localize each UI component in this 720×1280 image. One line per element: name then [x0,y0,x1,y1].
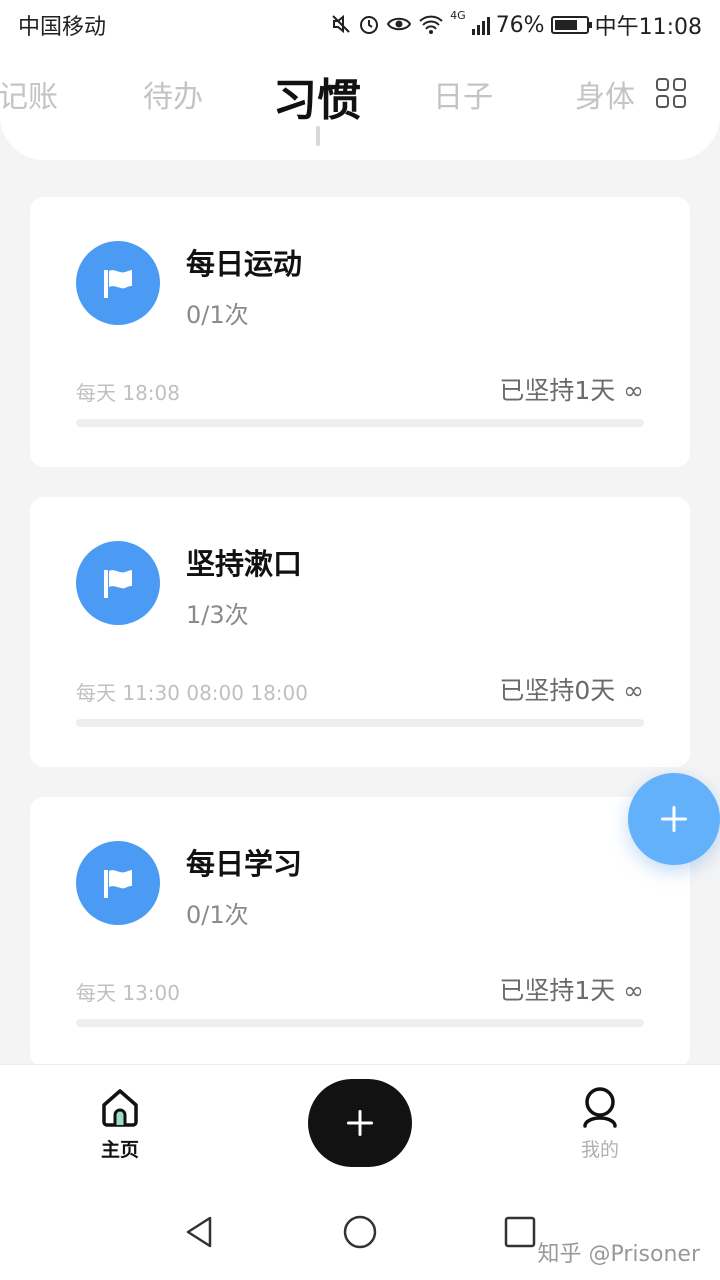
habit-schedule: 每天 11:30 08:00 18:00 [76,681,308,705]
eye-comfort-icon [386,13,412,38]
nav-add-button[interactable] [308,1079,412,1167]
tab-scroll-indicator [316,126,320,146]
home-circle-icon[interactable] [338,1210,382,1254]
mute-icon [330,13,352,38]
add-habit-button[interactable] [628,773,720,865]
carrier-name: 中国移动 [18,15,107,40]
habit-card[interactable]: 每日学习 0/1次 每天 13:00 已坚持1天 ∞ [30,797,690,1067]
habit-progress-bar [76,419,644,427]
flag-icon [76,241,160,325]
habit-count: 1/3次 [186,601,249,629]
alarm-icon [358,13,380,38]
recents-icon[interactable] [498,1210,542,1254]
home-icon [102,1089,138,1127]
habit-card[interactable]: 坚持漱口 1/3次 每天 11:30 08:00 18:00 已坚持0天 ∞ [30,497,690,767]
clock: 中午11:08 [594,15,702,40]
tab-habits[interactable]: 习惯 [273,64,361,128]
system-nav-bar: 知乎 @Prisoner [0,1184,720,1280]
watermark: 知乎 @Prisoner [537,1242,700,1267]
habit-title: 坚持漱口 [186,547,303,581]
habit-title: 每日学习 [186,847,303,881]
tab-todo[interactable]: 待办 [143,72,203,116]
habit-schedule: 每天 13:00 [76,981,180,1005]
habit-schedule: 每天 18:08 [76,381,180,405]
wifi-icon [418,13,444,38]
category-tabs: 记账 待办 习惯 日子 身体 [0,50,720,160]
battery-percent: 76% [495,12,545,38]
nav-home[interactable]: 主页 [80,1085,160,1162]
user-icon [583,1087,617,1128]
nav-me[interactable]: 我的 [560,1085,640,1162]
grid-menu-icon[interactable] [656,78,686,108]
battery-level [554,20,578,30]
battery-icon [550,16,592,34]
tab-body[interactable]: 身体 [575,72,635,116]
habit-title: 每日运动 [186,247,303,281]
nav-me-label: 我的 [580,1139,619,1161]
flag-icon [76,541,160,625]
status-bar: 中国移动 4G 76% 中午11:08 [0,0,720,50]
tab-bookkeeping[interactable]: 记账 [0,72,58,116]
habit-card[interactable]: 每日运动 0/1次 每天 18:08 已坚持1天 ∞ [30,197,690,467]
habit-streak: 已坚持0天 ∞ [499,676,644,705]
habit-progress-bar [76,1019,644,1027]
back-icon[interactable] [178,1210,222,1254]
nav-home-label: 主页 [100,1139,139,1161]
plus-icon [661,806,687,832]
habit-streak: 已坚持1天 ∞ [499,376,644,405]
network-type-label: 4G [450,9,466,22]
bottom-nav: 主页 我的 [0,1064,720,1184]
habit-streak: 已坚持1天 ∞ [499,976,644,1005]
flag-icon [76,841,160,925]
status-icons: 4G 76% 中午11:08 [330,9,702,41]
signal-icon [471,15,490,35]
plus-icon [347,1110,373,1136]
habit-progress-bar [76,719,644,727]
habit-count: 0/1次 [186,301,249,329]
habit-count: 0/1次 [186,901,249,929]
tab-days[interactable]: 日子 [433,72,493,116]
